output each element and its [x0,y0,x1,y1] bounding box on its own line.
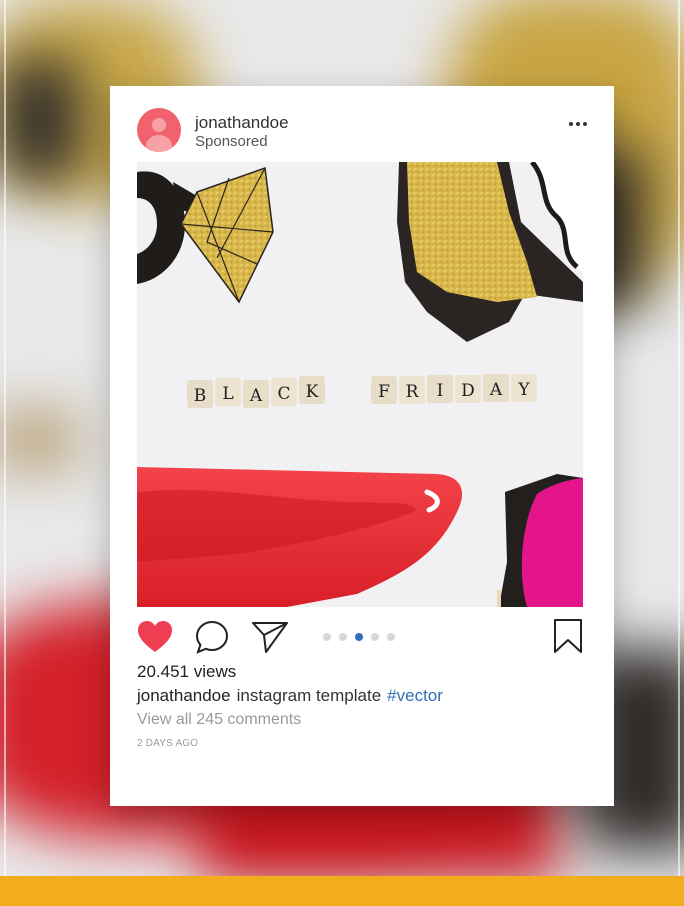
svg-text:B: B [194,386,207,406]
svg-text:A: A [489,380,503,400]
bookmark-icon[interactable] [553,618,583,654]
svg-text:I: I [437,381,444,401]
bottom-color-bar [0,876,684,906]
heart-icon[interactable] [137,620,173,654]
hashtag-link[interactable]: #vector [387,686,443,705]
post-header: jonathandoe Sponsored [137,108,587,154]
comment-icon[interactable] [195,620,229,654]
carousel-dot[interactable] [387,633,395,641]
pink-lips-prop [497,474,583,607]
post-username[interactable]: jonathandoe [195,113,289,133]
send-icon[interactable] [251,620,289,654]
view-comments-link[interactable]: View all 245 comments [137,711,301,729]
post-image[interactable]: B L A C K F R I D A Y [137,162,583,607]
post-actions-bar [137,618,583,656]
caption-text: instagram template [236,686,382,705]
sponsored-label: Sponsored [195,133,268,150]
view-count: 20.451 views [137,662,237,681]
svg-text:R: R [406,382,420,402]
instagram-post-card: jonathandoe Sponsored B L A C K F R I D … [110,86,614,806]
svg-text:F: F [378,382,390,402]
carousel-indicator [323,633,395,641]
svg-text:L: L [222,384,233,404]
carousel-dot[interactable] [339,633,347,641]
post-date: 2 DAYS AGO [137,738,199,749]
svg-text:K: K [306,382,319,402]
carousel-dot-active[interactable] [355,633,363,641]
svg-text:D: D [461,381,475,401]
black-letter-blocks: B L A C K [187,376,325,408]
post-caption: jonathandoe instagram template #vector [137,686,443,706]
user-avatar-icon[interactable] [137,108,181,152]
svg-text:C: C [277,384,290,404]
caption-username[interactable]: jonathandoe [137,686,231,705]
carousel-dot[interactable] [323,633,331,641]
carousel-dot[interactable] [371,633,379,641]
svg-text:A: A [249,386,263,406]
more-options-icon[interactable] [563,114,593,134]
svg-text:Y: Y [517,380,530,400]
